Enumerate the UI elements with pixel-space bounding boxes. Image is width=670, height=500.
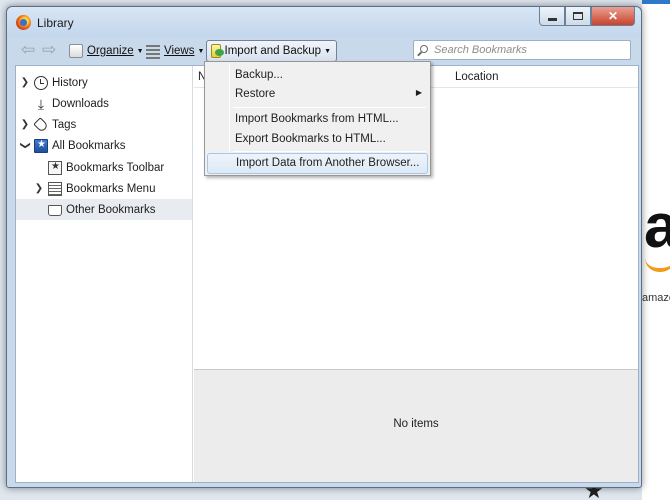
sidebar-item-label: All Bookmarks: [52, 139, 126, 152]
title-bar[interactable]: Library ✕: [7, 7, 641, 37]
close-button[interactable]: ✕: [591, 7, 635, 26]
chevron-right-icon[interactable]: ❯: [20, 77, 30, 88]
menu-item-label: Export Bookmarks to HTML...: [235, 133, 386, 145]
sidebar-item-bookmarks-menu[interactable]: ❯ Bookmarks Menu: [16, 178, 192, 199]
firefox-icon: [16, 15, 31, 30]
sidebar-item-label: Other Bookmarks: [66, 203, 156, 216]
maximize-icon: [573, 12, 583, 20]
views-button[interactable]: Views ▼: [146, 40, 204, 62]
menu-item-label: Import Data from Another Browser...: [236, 157, 420, 169]
search-box[interactable]: [413, 40, 631, 60]
import-backup-button[interactable]: Import and Backup ▼: [206, 40, 337, 62]
menu-separator: [233, 151, 426, 152]
sidebar-item-bookmarks-toolbar[interactable]: Bookmarks Toolbar: [16, 157, 192, 178]
sidebar-item-other-bookmarks[interactable]: Other Bookmarks: [16, 199, 192, 220]
background-page-bar: [642, 0, 670, 4]
background-logo-letter: a: [644, 192, 670, 261]
menu-separator: [233, 107, 426, 108]
organize-button[interactable]: Organize ▼: [69, 40, 144, 62]
details-pane: No items: [194, 369, 638, 482]
sidebar-item-label: History: [52, 76, 88, 89]
sidebar-item-downloads[interactable]: ⤓ Downloads: [16, 93, 192, 114]
views-label: Views: [164, 45, 195, 57]
menu-item-export-html[interactable]: Export Bookmarks to HTML...: [207, 129, 428, 150]
bookmarks-toolbar-icon: [48, 160, 62, 175]
menu-item-import-browser[interactable]: Import Data from Another Browser...: [207, 153, 428, 174]
chevron-down-icon[interactable]: ❯: [20, 141, 31, 151]
sidebar-item-label: Downloads: [52, 97, 109, 110]
dropdown-arrow-icon: ▼: [136, 47, 144, 55]
dropdown-arrow-icon: ▼: [197, 47, 205, 55]
organize-label: Organize: [87, 45, 134, 57]
background-page-text: amazo: [642, 292, 670, 304]
import-backup-label: Import and Backup: [224, 45, 322, 57]
tag-icon: [33, 117, 49, 133]
menu-item-restore[interactable]: Restore ▶: [207, 84, 428, 105]
sidebar-item-tags[interactable]: ❯ Tags: [16, 114, 192, 135]
arrow-left-icon: ⇦: [21, 40, 36, 59]
chevron-right-icon[interactable]: ❯: [20, 119, 30, 130]
maximize-button[interactable]: [565, 7, 591, 26]
chevron-right-icon[interactable]: ❯: [34, 183, 44, 194]
back-button[interactable]: ⇦: [21, 41, 35, 59]
minimize-button[interactable]: [539, 7, 565, 26]
bookmarks-icon: [34, 138, 48, 153]
forward-button[interactable]: ⇨: [42, 41, 56, 59]
bookmarks-menu-icon: [48, 181, 62, 196]
search-icon: [420, 45, 428, 53]
sidebar-item-all-bookmarks[interactable]: ❯ All Bookmarks: [16, 135, 192, 156]
minimize-icon: [547, 17, 557, 21]
dropdown-arrow-icon: ▼: [324, 47, 331, 55]
menu-item-label: Import Bookmarks from HTML...: [235, 113, 399, 125]
sidebar-item-label: Tags: [52, 118, 77, 131]
import-backup-menu: Backup... Restore ▶ Import Bookmarks fro…: [204, 61, 431, 176]
menu-item-import-html[interactable]: Import Bookmarks from HTML...: [207, 109, 428, 130]
menu-item-label: Backup...: [235, 69, 283, 81]
window-title: Library: [37, 16, 74, 30]
search-input[interactable]: [434, 43, 626, 57]
submenu-arrow-icon: ▶: [415, 88, 422, 97]
places-sidebar: ❯ History ⤓ Downloads ❯ Tags ❯ All Bookm…: [16, 66, 193, 482]
close-icon: ✕: [607, 9, 619, 23]
sidebar-item-label: Bookmarks Menu: [66, 182, 156, 195]
download-icon: ⤓: [37, 95, 45, 112]
import-backup-icon: [211, 44, 224, 58]
organize-icon: [69, 44, 83, 58]
column-header-location[interactable]: Location: [455, 71, 498, 83]
menu-item-backup[interactable]: Backup...: [207, 65, 428, 86]
views-icon: [146, 44, 160, 59]
clock-icon: [34, 75, 48, 90]
sidebar-item-label: Bookmarks Toolbar: [66, 161, 165, 174]
arrow-right-icon: ⇨: [42, 40, 57, 59]
no-items-text: No items: [393, 418, 439, 430]
caption-buttons: ✕: [539, 7, 635, 26]
menu-item-label: Restore: [235, 88, 276, 100]
sidebar-item-history[interactable]: ❯ History: [16, 72, 192, 93]
other-bookmarks-icon: [48, 205, 62, 216]
